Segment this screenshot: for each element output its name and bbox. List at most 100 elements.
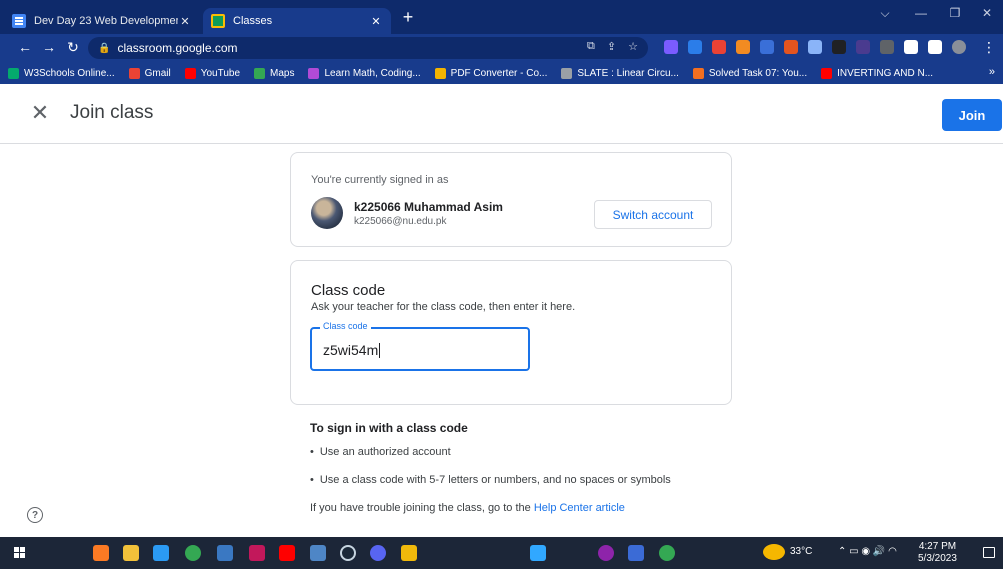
- extension-icon[interactable]: [880, 40, 894, 54]
- devcpp-alt-icon[interactable]: [249, 545, 265, 561]
- windows-taskbar: 33°C ⌃ ▭ ◉ 🔊 ◠ 4:27 PM 5/3/2023: [0, 537, 1003, 569]
- extension-icon[interactable]: [808, 40, 822, 54]
- new-tab-plus-icon[interactable]: +: [398, 7, 418, 28]
- more-menu-icon[interactable]: ⋮: [980, 39, 998, 56]
- extension-icon[interactable]: [712, 40, 726, 54]
- bookmark-label: W3Schools Online...: [24, 67, 115, 79]
- tab-close-icon[interactable]: ✕: [178, 15, 192, 28]
- bookmark-label: Learn Math, Coding...: [324, 67, 421, 79]
- instruction-item: Use an authorized account: [310, 446, 451, 458]
- tab-search-chevron-icon[interactable]: ⌵: [870, 6, 900, 21]
- class-code-value-text: z5wi54m: [323, 342, 379, 358]
- tab-close-icon[interactable]: ✕: [369, 15, 383, 28]
- slate-icon: [561, 67, 573, 79]
- open-in-app-icon[interactable]: ⧉: [587, 40, 595, 53]
- bookmark-label: SLATE : Linear Circu...: [577, 67, 679, 79]
- restore-icon[interactable]: ❐: [940, 6, 970, 20]
- browser-toolbar: ← → ↻ 🔒 classroom.google.com ⧉ ⇪ ☆ ⋮: [0, 34, 1003, 62]
- help-question-icon[interactable]: ?: [27, 507, 43, 523]
- media-player-icon[interactable]: [598, 545, 614, 561]
- extension-icon[interactable]: [784, 40, 798, 54]
- maps-icon: [254, 67, 266, 79]
- extension-icon[interactable]: [688, 40, 702, 54]
- class-code-title: Class code: [311, 282, 386, 299]
- bookmark-star-icon[interactable]: ☆: [628, 40, 638, 53]
- help-text-prefix: If you have trouble joining the class, g…: [310, 502, 534, 514]
- xampp-icon[interactable]: [93, 545, 109, 561]
- notification-icon[interactable]: [983, 547, 995, 558]
- pdf-converter-icon: [434, 67, 446, 79]
- extension-icon[interactable]: [832, 40, 846, 54]
- address-bar[interactable]: 🔒 classroom.google.com ⧉ ⇪ ☆: [88, 37, 648, 59]
- text-caret: [379, 343, 381, 358]
- vscode-icon[interactable]: [153, 545, 169, 561]
- gmail-icon: [128, 67, 140, 79]
- w3schools-icon: [8, 67, 19, 79]
- help-center-link[interactable]: Help Center article: [534, 502, 625, 514]
- bookmark-gmail[interactable]: Gmail: [128, 67, 171, 79]
- url-text: classroom.google.com: [117, 41, 238, 55]
- signed-in-label: You're currently signed in as: [311, 174, 449, 186]
- file-explorer-icon[interactable]: [123, 545, 139, 561]
- steam-icon[interactable]: [340, 545, 356, 561]
- youtube-icon: [184, 67, 196, 79]
- discord-icon[interactable]: [370, 545, 386, 561]
- extension-icon[interactable]: [856, 40, 870, 54]
- page-title: Join class: [70, 102, 154, 123]
- class-code-card: Class code Ask your teacher for the clas…: [290, 260, 732, 405]
- bookmark-youtube[interactable]: YouTube: [184, 67, 241, 79]
- sidepanel-icon[interactable]: [928, 40, 942, 54]
- puzzle-extensions-icon[interactable]: [904, 40, 918, 54]
- tab-classes[interactable]: Classes ✕: [203, 8, 391, 34]
- class-code-subtitle: Ask your teacher for the class code, the…: [311, 301, 576, 313]
- share-icon[interactable]: ⇪: [607, 40, 616, 53]
- window-close-icon[interactable]: ✕: [972, 6, 1002, 20]
- system-tray-icons[interactable]: ⌃ ▭ ◉ 🔊 ◠: [838, 546, 897, 557]
- youtube-icon[interactable]: [279, 545, 295, 561]
- temperature[interactable]: 33°C: [790, 546, 812, 557]
- account-name: k225066 Muhammad Asim: [354, 200, 503, 214]
- help-text: If you have trouble joining the class, g…: [310, 502, 625, 514]
- extension-icon[interactable]: [736, 40, 750, 54]
- bookmarks-bar: W3Schools Online... Gmail YouTube Maps L…: [0, 62, 1003, 84]
- class-code-input[interactable]: Class code z5wi54m: [310, 321, 530, 371]
- profile-avatar-icon[interactable]: [952, 40, 966, 54]
- extension-icon[interactable]: [760, 40, 774, 54]
- avatar: [311, 197, 343, 229]
- chrome-icon[interactable]: [659, 545, 675, 561]
- more-bookmarks-icon[interactable]: »: [989, 66, 995, 78]
- bookmark-inverting[interactable]: INVERTING AND N...: [821, 67, 933, 79]
- bookmark-w3schools[interactable]: W3Schools Online...: [8, 67, 115, 79]
- chegg-icon: [692, 67, 704, 79]
- binance-icon[interactable]: [401, 545, 417, 561]
- extension-icon[interactable]: [664, 40, 678, 54]
- switch-account-button[interactable]: Switch account: [594, 200, 712, 229]
- chrome-icon[interactable]: [185, 545, 201, 561]
- tab-dev-day[interactable]: Dev Day 23 Web Development C ✕: [4, 8, 200, 34]
- clock[interactable]: 4:27 PM 5/3/2023: [918, 541, 957, 565]
- bookmark-label: YouTube: [200, 67, 241, 79]
- bookmark-slate[interactable]: SLATE : Linear Circu...: [561, 67, 679, 79]
- notes-icon[interactable]: [628, 545, 644, 561]
- bookmark-label: Gmail: [144, 67, 171, 79]
- bookmark-learn-math[interactable]: Learn Math, Coding...: [308, 67, 421, 79]
- bookmark-pdf-converter[interactable]: PDF Converter - Co...: [434, 67, 547, 79]
- photoshop-icon[interactable]: [530, 545, 546, 561]
- devcpp-icon[interactable]: [217, 545, 233, 561]
- windows-start-icon[interactable]: [14, 547, 26, 559]
- browser-tab-strip: Dev Day 23 Web Development C ✕ Classes ✕…: [0, 0, 1003, 34]
- forward-arrow-icon[interactable]: →: [40, 39, 58, 55]
- reload-icon[interactable]: ↻: [64, 39, 82, 56]
- brilliant-icon: [308, 67, 320, 79]
- page-header: ✕ Join class Join: [0, 84, 1003, 144]
- bookmark-solved-task[interactable]: Solved Task 07: You...: [692, 67, 807, 79]
- join-button[interactable]: Join: [942, 99, 1002, 131]
- bookmark-maps[interactable]: Maps: [254, 67, 294, 79]
- close-icon[interactable]: ✕: [28, 101, 52, 125]
- onedrive-icon[interactable]: [310, 545, 326, 561]
- weather-icon[interactable]: [763, 544, 785, 560]
- minimize-icon[interactable]: —: [906, 6, 936, 20]
- back-arrow-icon[interactable]: ←: [16, 39, 34, 55]
- google-docs-icon: [12, 14, 26, 28]
- youtube-icon: [821, 67, 833, 79]
